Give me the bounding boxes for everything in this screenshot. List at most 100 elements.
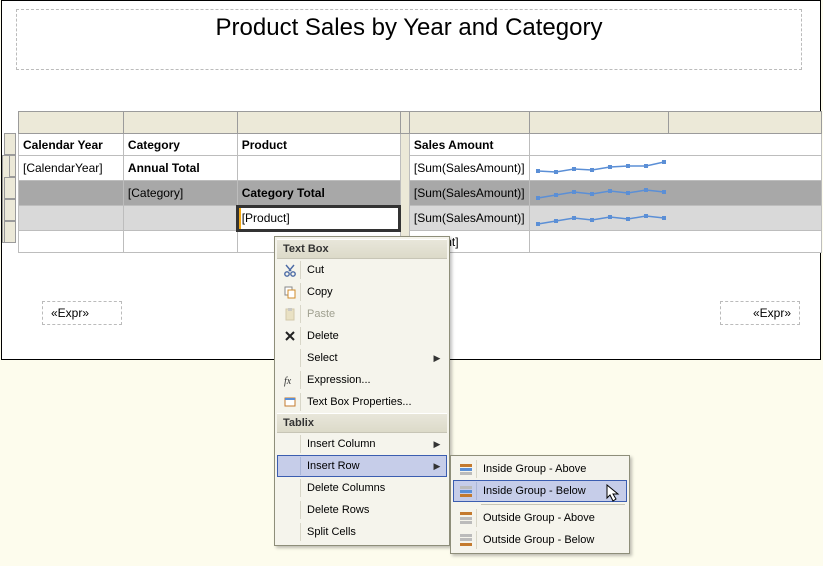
blank-icon-3 — [279, 457, 301, 475]
submenu-outside-group-above-label: Outside Group - Above — [483, 512, 623, 524]
row-below-icon — [455, 482, 477, 500]
cell-r1-category-text: Annual Total — [128, 161, 200, 175]
cell-r2-amount-text: [Sum(SalesAmount)] — [414, 186, 525, 200]
chevron-right-icon-3: ▶ — [431, 461, 443, 472]
menu-section-tablix: Tablix — [277, 413, 447, 433]
cell-r2-amount[interactable]: [Sum(SalesAmount)] — [409, 181, 529, 206]
row-handle-3[interactable] — [4, 177, 16, 199]
row-handle-1[interactable] — [4, 133, 16, 155]
row-outside-above-icon — [455, 509, 477, 527]
menu-expression[interactable]: fx Expression... — [277, 369, 447, 391]
delete-icon — [279, 327, 301, 345]
cell-r3-amount-text: [Sum(SalesAmount)] — [414, 211, 525, 225]
cell-r1-category[interactable]: Annual Total — [123, 156, 237, 181]
menu-select-label: Select — [307, 352, 431, 364]
cut-icon — [279, 261, 301, 279]
row-handle-4[interactable] — [4, 199, 16, 221]
cell-r2-product-text: Category Total — [242, 186, 325, 200]
cell-r1-product[interactable] — [237, 156, 400, 181]
header-product-label: Product — [242, 138, 287, 152]
sparkline-2-icon — [534, 184, 674, 202]
menu-cut-label: Cut — [307, 264, 443, 276]
footer-expr-right-text: «Expr» — [753, 306, 791, 320]
cell-r3-product-selected[interactable]: [Product] — [237, 206, 400, 231]
cell-r4-year[interactable] — [19, 231, 124, 253]
header-amount-label: Sales Amount — [414, 138, 494, 152]
footer-expr-left-text: «Expr» — [51, 306, 89, 320]
cell-r2-year[interactable] — [19, 181, 124, 206]
menu-select[interactable]: Select ▶ — [277, 347, 447, 369]
cell-r3-product-text: [Product] — [242, 211, 290, 225]
col-handle-2[interactable] — [123, 112, 237, 134]
menu-paste: Paste — [277, 303, 447, 325]
submenu-inside-group-below[interactable]: Inside Group - Below — [453, 480, 627, 502]
menu-copy-label: Copy — [307, 286, 443, 298]
cell-r3-category[interactable] — [123, 206, 237, 231]
header-category-label: Category — [128, 138, 180, 152]
sparkline-3-icon — [534, 209, 674, 227]
submenu-inside-group-above[interactable]: Inside Group - Above — [453, 458, 627, 480]
cell-r4-spark[interactable] — [529, 231, 821, 253]
menu-textbox-properties[interactable]: Text Box Properties... — [277, 391, 447, 413]
blank-icon-4 — [279, 479, 301, 497]
cell-r2-spark[interactable] — [529, 181, 821, 206]
chevron-right-icon: ▶ — [431, 353, 443, 364]
submenu-outside-group-below-label: Outside Group - Below — [483, 534, 623, 546]
menu-delete-rows[interactable]: Delete Rows — [277, 499, 447, 521]
cell-r3-year[interactable] — [19, 206, 124, 231]
menu-delete-rows-label: Delete Rows — [307, 504, 443, 516]
menu-cut[interactable]: Cut — [277, 259, 447, 281]
svg-text:fx: fx — [284, 376, 292, 387]
submenu-outside-group-below[interactable]: Outside Group - Below — [453, 529, 627, 551]
copy-icon — [279, 283, 301, 301]
header-amount[interactable]: Sales Amount — [409, 134, 529, 156]
submenu-inside-group-below-label: Inside Group - Below — [483, 485, 623, 497]
menu-delete[interactable]: Delete — [277, 325, 447, 347]
col-handle-5[interactable] — [529, 112, 668, 134]
menu-textbox-properties-label: Text Box Properties... — [307, 396, 443, 408]
header-category[interactable]: Category — [123, 134, 237, 156]
fx-icon: fx — [279, 371, 301, 389]
menu-insert-column[interactable]: Insert Column ▶ — [277, 433, 447, 455]
menu-paste-label: Paste — [307, 308, 443, 320]
blank-icon-2 — [279, 435, 301, 453]
properties-icon — [279, 393, 301, 411]
cell-r4-category[interactable] — [123, 231, 237, 253]
submenu-outside-group-above[interactable]: Outside Group - Above — [453, 507, 627, 529]
cell-r2-product[interactable]: Category Total — [237, 181, 400, 206]
cell-r1-year[interactable]: [CalendarYear] — [19, 156, 124, 181]
cell-r3-spark[interactable] — [529, 206, 821, 231]
header-sparkline[interactable] — [529, 134, 821, 156]
col-handle-6[interactable] — [669, 112, 822, 134]
menu-insert-row[interactable]: Insert Row ▶ — [277, 455, 447, 477]
row-above-icon — [455, 460, 477, 478]
menu-copy[interactable]: Copy — [277, 281, 447, 303]
menu-expression-label: Expression... — [307, 374, 443, 386]
header-year[interactable]: Calendar Year — [19, 134, 124, 156]
cell-r1-year-text: [CalendarYear] — [23, 161, 103, 175]
row-handle-5[interactable] — [4, 221, 16, 243]
tablix-table: Calendar Year Category Product Sales Amo… — [18, 111, 822, 253]
cell-r1-amount-text: [Sum(SalesAmount)] — [414, 161, 525, 175]
cell-r2-category[interactable]: [Category] — [123, 181, 237, 206]
blank-icon — [279, 349, 301, 367]
cell-r3-amount[interactable]: [Sum(SalesAmount)] — [409, 206, 529, 231]
menu-delete-columns[interactable]: Delete Columns — [277, 477, 447, 499]
col-handle-4[interactable] — [409, 112, 529, 134]
col-handle-1[interactable] — [19, 112, 124, 134]
cell-r1-amount[interactable]: [Sum(SalesAmount)] — [409, 156, 529, 181]
menu-delete-label: Delete — [307, 330, 443, 342]
col-handle-3[interactable] — [237, 112, 400, 134]
context-menu: Text Box Cut Copy Paste Delete Select ▶ … — [274, 236, 450, 546]
menu-delete-columns-label: Delete Columns — [307, 482, 443, 494]
report-title-box[interactable]: Product Sales by Year and Category — [16, 9, 802, 70]
header-product[interactable]: Product — [237, 134, 400, 156]
footer-expr-left[interactable]: «Expr» — [42, 301, 122, 325]
menu-split-cells[interactable]: Split Cells — [277, 521, 447, 543]
cell-r1-spark[interactable] — [529, 156, 821, 181]
header-year-label: Calendar Year — [23, 138, 103, 152]
col-handle-sep[interactable] — [400, 112, 409, 134]
menu-section-textbox: Text Box — [277, 239, 447, 259]
sparkline-1-icon — [534, 159, 674, 177]
footer-expr-right[interactable]: «Expr» — [720, 301, 800, 325]
